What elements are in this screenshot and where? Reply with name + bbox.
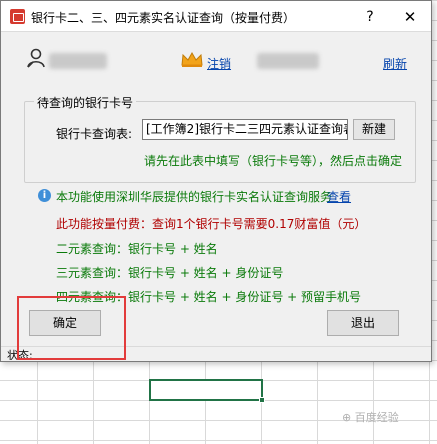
fee-text: 此功能按量付费：查询1个银行卡号需要0.17财富值（元） xyxy=(56,217,367,231)
exit-button[interactable]: 退出 xyxy=(327,310,399,336)
hint-text: 请先在此表中填写（银行卡号等），然后点击确定 xyxy=(144,154,403,168)
service-info-text: 本功能使用深圳华辰提供的银行卡实名认证查询服务 xyxy=(56,190,333,204)
user-icon xyxy=(27,48,45,68)
refresh-link[interactable]: 刷新 xyxy=(383,55,407,72)
help-button[interactable]: ? xyxy=(358,6,382,28)
crown-icon xyxy=(181,51,203,67)
fill-handle[interactable] xyxy=(259,397,265,403)
query-type-two: 二元素查询：银行卡号 + 姓名 xyxy=(56,242,218,256)
highlight-box xyxy=(17,296,126,360)
balance-blurred xyxy=(257,53,319,69)
app-icon xyxy=(10,9,25,24)
new-sheet-button[interactable]: 新建 xyxy=(353,119,395,140)
logout-link[interactable]: 注销 xyxy=(207,55,231,72)
selected-cell[interactable] xyxy=(149,379,263,401)
window-title: 银行卡二、三、四元素实名认证查询（按量付费） xyxy=(31,11,296,25)
info-icon: i xyxy=(38,189,51,202)
title-bar: 银行卡二、三、四元素实名认证查询（按量付费） ? ✕ xyxy=(1,1,431,32)
view-link[interactable]: 查看 xyxy=(327,188,351,205)
username-blurred xyxy=(49,53,107,69)
query-type-three: 三元素查询：银行卡号 + 姓名 + 身份证号 xyxy=(56,266,284,280)
sheet-label: 银行卡查询表: xyxy=(56,127,133,141)
sheet-input[interactable]: [工作簿2]银行卡二三四元素认证查询表 xyxy=(142,119,348,140)
watermark: ⊕ 百度经验 xyxy=(342,411,399,424)
groupbox-legend: 待查询的银行卡号 xyxy=(34,94,137,111)
query-groupbox xyxy=(24,101,416,183)
close-button[interactable]: ✕ xyxy=(398,6,422,28)
